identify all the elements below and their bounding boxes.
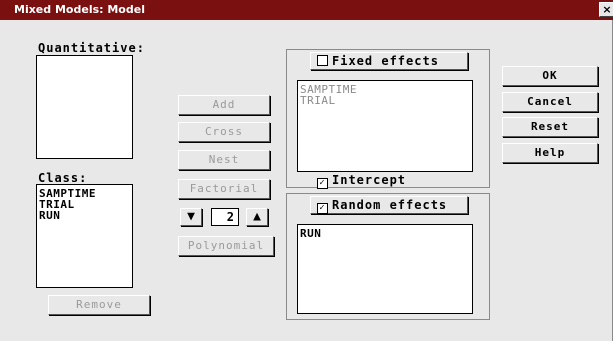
list-item[interactable]: TRIAL [300,95,470,106]
intercept-toggle[interactable]: ✓ Intercept [317,173,406,189]
close-icon[interactable]: × [599,2,613,17]
mixed-models-model-dialog: Mixed Models: Model × Quantitative: Clas… [0,0,613,341]
factorial-button[interactable]: Factorial [178,179,270,199]
list-item[interactable]: RUN [39,210,130,221]
title-bar: Mixed Models: Model × [0,0,613,20]
reset-button[interactable]: Reset [502,117,598,137]
fixed-effects-listbox[interactable]: SAMPTIME TRIAL [297,80,473,172]
random-effects-checkbox[interactable]: ✓ [317,203,328,214]
cancel-button[interactable]: Cancel [502,92,598,112]
ok-button[interactable]: OK [502,66,598,86]
add-button[interactable]: Add [178,95,270,115]
nest-button[interactable]: Nest [178,150,270,170]
decrease-degree-icon[interactable]: ▼ [180,208,202,226]
quantitative-listbox[interactable] [36,55,133,159]
polynomial-button[interactable]: Polynomial [178,236,274,256]
intercept-checkbox[interactable]: ✓ [317,178,328,189]
random-effects-toggle[interactable]: ✓ Random effects [310,196,468,214]
random-effects-label: Random effects [332,198,448,212]
cross-button[interactable]: Cross [178,122,270,142]
increase-degree-icon[interactable]: ▲ [246,208,268,226]
remove-button[interactable]: Remove [48,295,150,315]
fixed-effects-label: Fixed effects [332,54,439,68]
class-label: Class: [38,171,88,185]
list-item[interactable]: RUN [300,228,470,239]
help-button[interactable]: Help [502,143,598,163]
quantitative-label: Quantitative: [38,41,145,55]
class-listbox[interactable]: SAMPTIME TRIAL RUN [36,184,133,288]
window-title: Mixed Models: Model [14,3,145,16]
fixed-effects-toggle[interactable]: Fixed effects [310,52,468,70]
degree-field[interactable]: 2 [211,208,239,226]
random-effects-listbox[interactable]: RUN [297,224,473,314]
fixed-effects-checkbox[interactable] [317,55,328,66]
intercept-label: Intercept [332,173,407,187]
